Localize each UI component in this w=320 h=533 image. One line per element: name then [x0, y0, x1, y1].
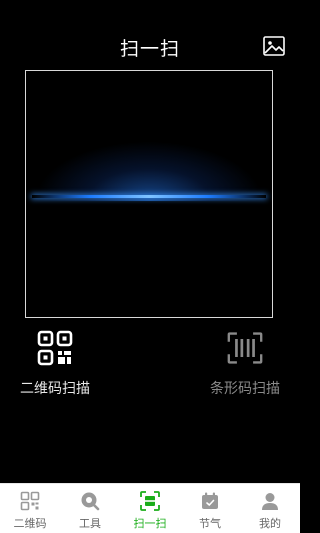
scan-viewfinder — [25, 70, 273, 318]
barcode-scan-mode-button[interactable]: 条形码扫描 — [190, 330, 300, 398]
barcode-icon — [227, 332, 263, 364]
qr-code-icon — [37, 330, 73, 366]
tab-solar-terms[interactable]: 节气 — [180, 484, 240, 533]
scan-line — [32, 195, 266, 198]
tab-label: 节气 — [199, 517, 221, 530]
tab-label: 我的 — [259, 517, 281, 530]
scan-icon — [140, 491, 160, 511]
bottom-tab-bar: 二维码 工具 扫一扫 节气 我的 — [0, 483, 300, 533]
tab-qrcode[interactable]: 二维码 — [0, 484, 60, 533]
tab-label: 扫一扫 — [133, 517, 167, 530]
image-icon[interactable] — [262, 35, 286, 57]
tab-profile[interactable]: 我的 — [240, 484, 300, 533]
user-icon — [262, 493, 278, 510]
page-title: 扫一扫 — [119, 38, 180, 60]
tab-label: 二维码 — [13, 517, 47, 530]
qr-scan-mode-button[interactable]: 二维码扫描 — [0, 330, 110, 398]
tab-tools[interactable]: 工具 — [60, 484, 120, 533]
tab-label: 工具 — [79, 517, 101, 530]
tool-icon — [81, 492, 100, 511]
qr-grid-icon — [20, 491, 40, 511]
scan-glow — [34, 141, 264, 201]
tab-scan[interactable]: 扫一扫 — [120, 484, 180, 533]
qr-scan-label: 二维码扫描 — [20, 381, 90, 397]
calendar-icon — [202, 492, 218, 509]
barcode-scan-label: 条形码扫描 — [210, 381, 280, 397]
